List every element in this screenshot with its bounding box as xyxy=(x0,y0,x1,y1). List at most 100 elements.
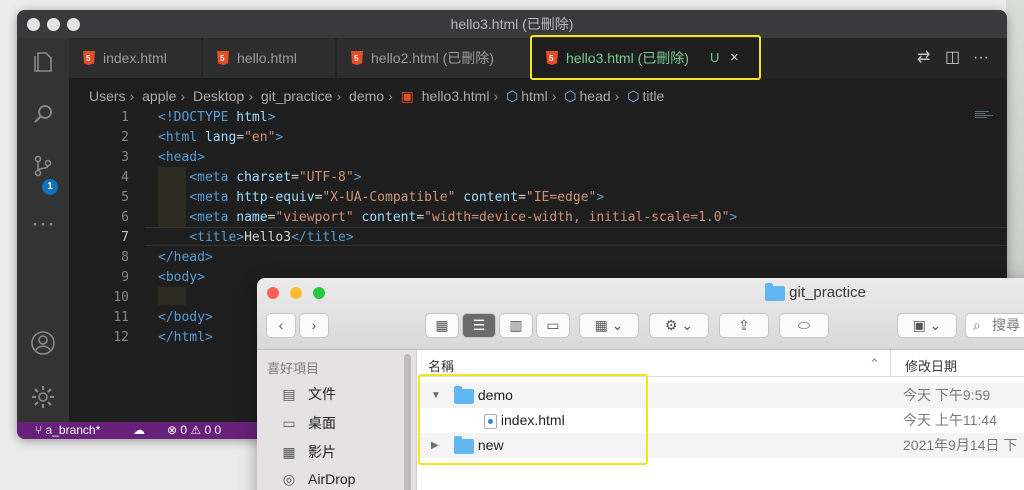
account-icon[interactable] xyxy=(29,330,57,358)
finder-toolbar: git_practice ‹ › ▦ ☰ ▥ ▭ ▦ ⌄ ⚙ ⌄ ⇪ ⬭ ▣ ⌄… xyxy=(257,278,1024,350)
column-view-button[interactable]: ▥ xyxy=(499,313,533,338)
line-number: 7 xyxy=(121,230,129,245)
minimap[interactable] xyxy=(975,110,999,124)
highlight-box-files xyxy=(418,374,648,465)
action-gear-dropdown[interactable]: ⚙ ⌄ xyxy=(649,313,709,338)
warning-count: 0 xyxy=(204,423,212,437)
element-cube-icon: ⬡ xyxy=(506,88,519,104)
explorer-icon[interactable] xyxy=(29,50,57,78)
list-header: 名稱 ⌃ 修改日期 xyxy=(418,350,1024,377)
problems-indicator[interactable]: ⊗ 0 ⚠ 0 0 xyxy=(167,422,221,439)
desktop-icon: ▭ xyxy=(282,415,296,431)
sidebar-item-desktop[interactable]: ▭ 桌面 xyxy=(279,413,336,433)
activity-bar: 1 ··· xyxy=(17,38,69,422)
breadcrumb-item[interactable]: head xyxy=(580,88,611,104)
split-editor-icon[interactable]: ◫ xyxy=(945,38,960,78)
quick-look-dropdown[interactable]: ▣ ⌄ xyxy=(897,313,957,338)
window-title: hello3.html (已刪除) xyxy=(450,16,574,32)
sidebar-item-documents[interactable]: ▤ 文件 xyxy=(279,384,336,404)
sort-ascending-icon: ⌃ xyxy=(869,356,880,371)
search-icon: ⌕ xyxy=(973,317,981,333)
source-control-icon[interactable] xyxy=(29,154,57,182)
line-number: 5 xyxy=(121,190,129,205)
film-icon: ▦ xyxy=(282,444,296,460)
line-number: 12 xyxy=(113,330,129,345)
vscode-title-bar: hello3.html (已刪除) xyxy=(17,10,1007,38)
branch-indicator[interactable]: ⑂ a_branch* xyxy=(35,422,100,439)
airdrop-icon: ◎ xyxy=(282,471,296,487)
close-window-button[interactable] xyxy=(267,287,279,299)
code-line: <meta http-equiv="X-UA-Compatible" conte… xyxy=(189,190,605,205)
code-line: </body> xyxy=(158,310,213,325)
breadcrumb-item[interactable]: demo xyxy=(349,88,384,104)
sync-icon[interactable]: ☁ xyxy=(133,422,145,439)
element-cube-icon: ⬡ xyxy=(627,88,640,104)
branch-name: a_branch* xyxy=(45,423,101,437)
line-number: 11 xyxy=(113,310,129,325)
minimize-window-button[interactable] xyxy=(47,18,60,31)
search-placeholder: 搜尋 xyxy=(992,317,1020,333)
gallery-view-button[interactable]: ▭ xyxy=(536,313,570,338)
tag-button[interactable]: ⬭ xyxy=(779,313,829,338)
tab-index-html[interactable]: index.html xyxy=(69,38,202,78)
sidebar-heading: 喜好項目 xyxy=(267,361,320,376)
code-line: </head> xyxy=(158,250,213,265)
breadcrumb-item[interactable]: git_practice xyxy=(261,88,333,104)
search-input[interactable]: ⌕ 搜尋 xyxy=(965,313,1024,338)
minimize-window-button[interactable] xyxy=(290,287,302,299)
column-header-modified[interactable]: 修改日期 xyxy=(905,356,957,375)
code-line: </html> xyxy=(158,330,213,345)
breadcrumb-item[interactable]: hello3.html xyxy=(422,88,490,104)
sidebar-item-movies[interactable]: ▦ 影片 xyxy=(279,442,336,462)
zoom-window-button[interactable] xyxy=(67,18,80,31)
line-number: 4 xyxy=(121,170,129,185)
zoom-window-button[interactable] xyxy=(313,287,325,299)
code-line: <meta name="viewport" content="width=dev… xyxy=(189,210,738,225)
line-number: 1 xyxy=(121,110,129,125)
element-cube-icon: ⬡ xyxy=(564,88,577,104)
more-actions-icon[interactable]: ··· xyxy=(973,38,989,78)
code-line: <html lang="en"> xyxy=(158,130,284,145)
html5-icon xyxy=(83,51,95,65)
item-date: 2021年9月14日 下 xyxy=(903,437,1018,453)
finder-title: git_practice xyxy=(765,282,866,304)
line-number: 8 xyxy=(121,250,129,265)
breadcrumb-item[interactable]: Desktop xyxy=(193,88,244,104)
search-icon[interactable] xyxy=(29,102,57,130)
code-line: <head> xyxy=(158,150,205,165)
source-control-badge: 1 xyxy=(42,179,58,195)
breadcrumb-item[interactable]: title xyxy=(642,88,664,104)
tab-label: hello2.html (已刪除) xyxy=(371,50,494,66)
breadcrumb-item[interactable]: Users xyxy=(89,88,126,104)
html5-icon: ▣ xyxy=(400,88,414,104)
item-date: 今天 上午11:44 xyxy=(903,412,997,428)
line-number: 2 xyxy=(121,130,129,145)
breadcrumb-item[interactable]: apple xyxy=(142,88,176,104)
line-number: 3 xyxy=(121,150,129,165)
finder-sidebar: 喜好項目 ▤ 文件 ▭ 桌面 ▦ 影片 ◎ AirDrop xyxy=(257,350,417,490)
compare-changes-icon[interactable]: ⇄ xyxy=(917,38,930,78)
code-line: <meta charset="UTF-8"> xyxy=(189,170,362,185)
folder-icon xyxy=(765,282,785,301)
tab-hello2-html[interactable]: hello2.html (已刪除) xyxy=(337,38,531,78)
column-header-name[interactable]: 名稱 xyxy=(428,356,454,375)
code-line: <!DOCTYPE html> xyxy=(158,110,276,125)
icon-view-button[interactable]: ▦ xyxy=(425,313,459,338)
tab-hello-html[interactable]: hello.html xyxy=(203,38,336,78)
sidebar-scrollbar[interactable] xyxy=(404,354,411,490)
settings-gear-icon[interactable] xyxy=(29,384,57,412)
highlight-box-tab xyxy=(530,35,761,80)
code-line: <title>Hello3</title> xyxy=(189,230,354,245)
group-dropdown[interactable]: ▦ ⌄ xyxy=(579,313,639,338)
sidebar-item-airdrop[interactable]: ◎ AirDrop xyxy=(279,471,356,488)
breadcrumb: Users › apple › Desktop › git_practice › dem… xyxy=(89,88,665,104)
breadcrumb-item[interactable]: html xyxy=(521,88,547,104)
line-number: 9 xyxy=(121,270,129,285)
back-button[interactable]: ‹ xyxy=(266,313,296,338)
list-view-button[interactable]: ☰ xyxy=(462,313,496,338)
close-window-button[interactable] xyxy=(27,18,40,31)
more-icon[interactable]: ··· xyxy=(29,210,57,238)
share-button[interactable]: ⇪ xyxy=(719,313,769,338)
forward-button[interactable]: › xyxy=(299,313,329,338)
tab-label: index.html xyxy=(103,50,167,66)
